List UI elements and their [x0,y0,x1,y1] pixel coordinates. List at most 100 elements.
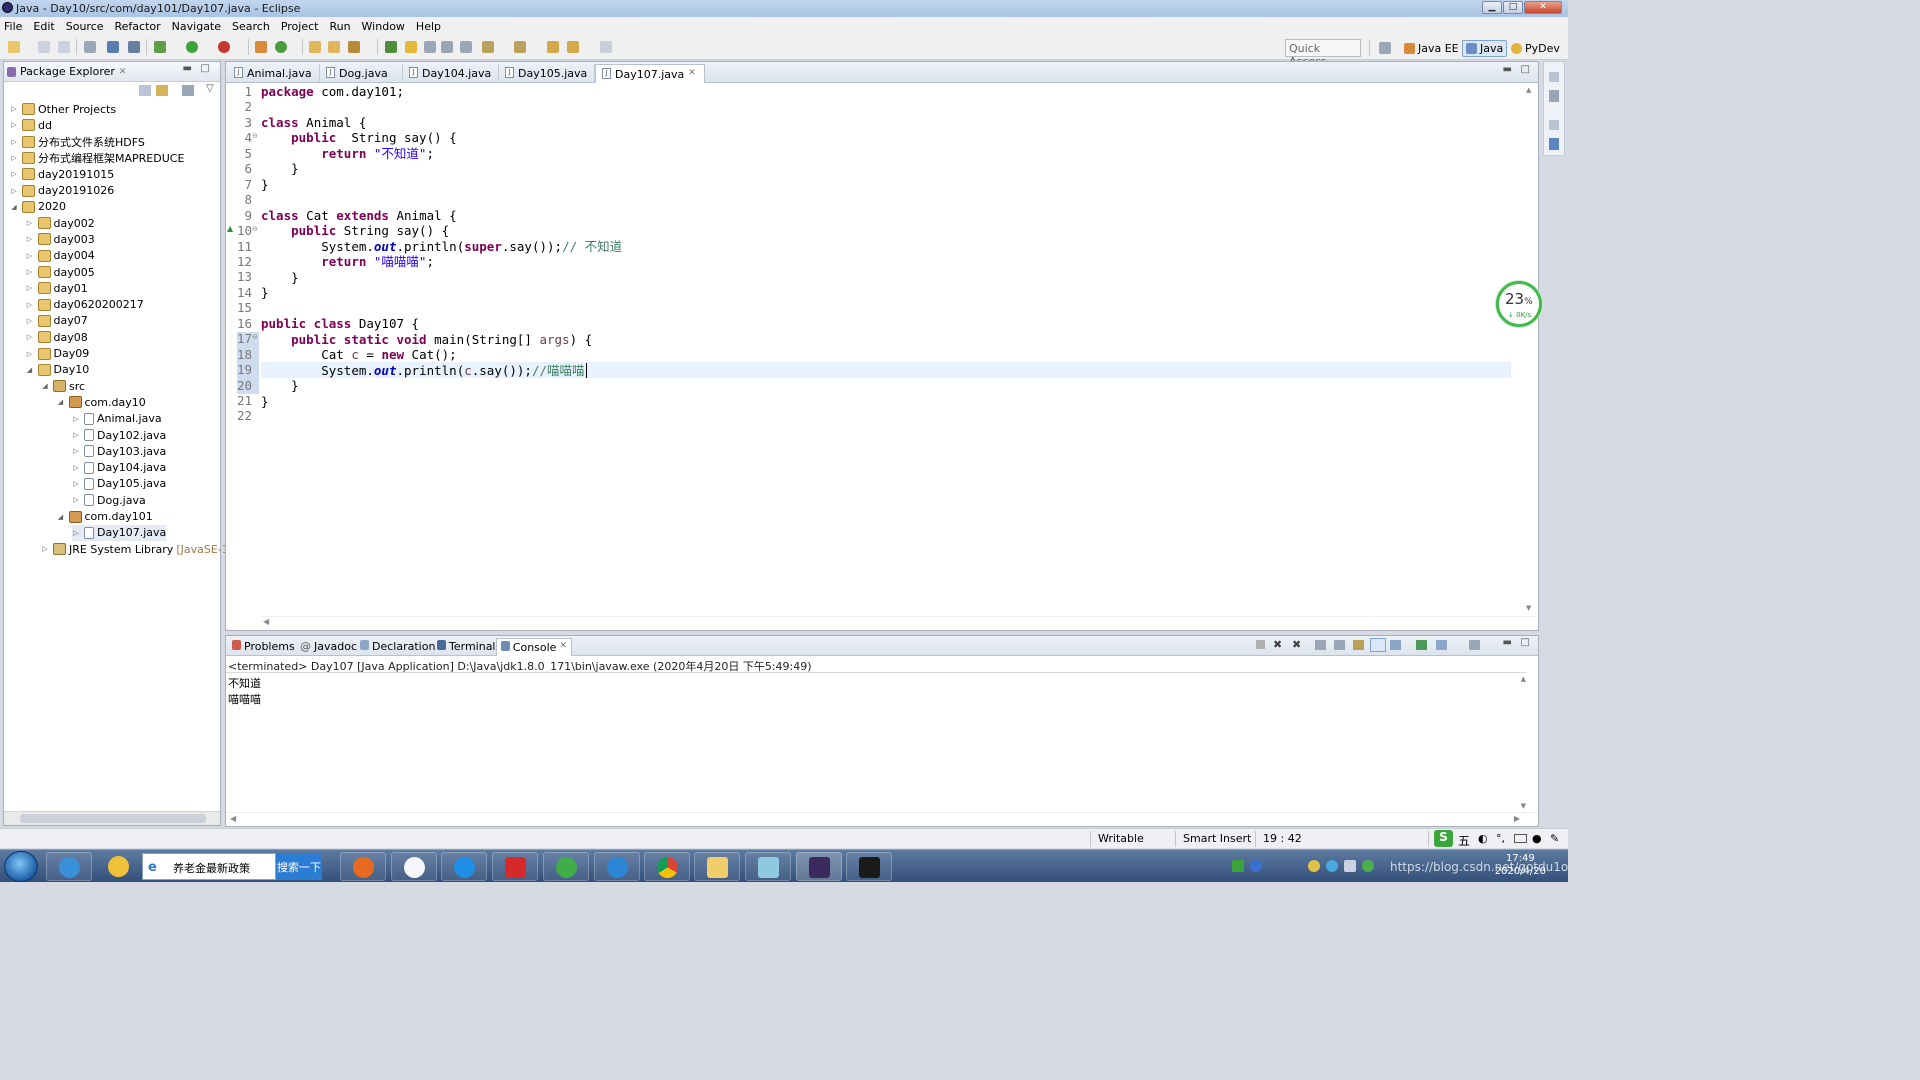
menu-source[interactable]: Source [66,20,104,33]
user-icon[interactable]: ● [1532,832,1542,845]
external-tools-icon[interactable] [218,41,230,53]
console-output-area[interactable]: 不知道 喵喵喵 ▲ ▼ [226,672,1526,812]
show-whitespace-icon[interactable] [441,41,453,53]
last-edit-location-icon[interactable] [547,41,559,53]
expand-arrow-icon[interactable]: ▷ [26,333,34,341]
outline-icon[interactable] [1549,138,1559,150]
expand-arrow-icon[interactable]: ▷ [26,252,34,260]
tab-console[interactable]: Console ✕ [496,638,572,656]
open-type-icon[interactable] [309,41,321,53]
expand-arrow-icon[interactable]: ▷ [72,447,80,455]
half-width-icon[interactable]: ◐ [1478,832,1488,845]
sogou-tray-icon[interactable] [1232,860,1244,872]
minimize-editor-icon[interactable]: ▬ [1503,64,1512,75]
pin-console-icon[interactable] [1416,640,1427,650]
tree-item[interactable]: ▷ Day103.java [72,443,166,459]
display-selected-console-icon[interactable] [1436,640,1447,650]
quick-access-field[interactable]: Quick Access [1285,39,1361,68]
maximize-button[interactable]: □ [1503,1,1523,14]
code-area[interactable]: package com.day101; class Animal { publi… [261,84,1511,614]
toggle-highlight-icon[interactable] [405,41,417,53]
taskbar-baidu-netdisk[interactable] [391,852,437,881]
menu-navigate[interactable]: Navigate [172,20,221,33]
start-button[interactable] [4,851,38,882]
maximize-view-icon[interactable]: □ [1521,637,1530,648]
taskbar-cloud[interactable] [441,852,487,881]
collapse-arrow-icon[interactable]: ◢ [57,513,65,521]
tab-dog-java[interactable]: J Dog.java [320,64,403,83]
print-icon[interactable] [84,41,96,53]
open-task-icon[interactable] [328,41,340,53]
expand-arrow-icon[interactable]: ▷ [72,529,80,537]
skip-breakpoints-icon[interactable] [128,41,140,53]
tree-item[interactable]: ▷ day002 [26,215,95,231]
close-view-icon[interactable]: ✕ [119,67,127,77]
taskbar-notepad[interactable] [745,852,791,881]
tree-item[interactable]: ▷ 分布式文件系统HDFS [10,134,145,150]
tree-item[interactable]: ▷ Day107.java [72,524,167,541]
tree-item[interactable]: ▷ Day09 [26,346,89,362]
open-perspective-icon[interactable] [1379,42,1391,54]
tab-day105-java[interactable]: J Day105.java [499,64,595,83]
tree-item[interactable]: ▷ day0620200217 [26,297,144,313]
save-icon[interactable] [38,41,50,53]
menu-file[interactable]: File [4,20,22,33]
system-clock[interactable]: 17:49 2020/4/20 [1495,852,1546,878]
expand-arrow-icon[interactable]: ▷ [41,545,49,553]
expand-arrow-icon[interactable]: ▷ [10,105,18,113]
taskbar-youdao[interactable] [492,852,538,881]
debug-icon[interactable] [154,41,166,53]
tree-item[interactable]: ▷ day003 [26,231,95,247]
tree-item[interactable]: ▷ day01 [26,280,88,296]
fold-icon[interactable]: ⊖ [252,132,258,140]
close-tab-icon[interactable]: ✕ [688,68,696,83]
menu-edit[interactable]: Edit [33,20,54,33]
close-button[interactable]: ✕ [1524,1,1562,14]
taskbar-chrome[interactable] [644,852,690,881]
scroll-left-icon[interactable]: ◀ [263,617,269,626]
fold-icon[interactable]: ⊖ [252,225,258,233]
open-console-icon[interactable] [1469,640,1480,650]
horizontal-scrollbar[interactable] [4,811,220,825]
network-tray-icon[interactable] [1344,860,1356,872]
tree-item[interactable]: ▷ dd [10,117,52,133]
tree-item[interactable]: ▷ Other Projects [10,101,116,117]
taskbar-search-input[interactable]: 养老金最新政策 [142,853,276,880]
soft-keyboard-icon[interactable] [1514,834,1527,843]
expand-arrow-icon[interactable]: ▷ [72,464,80,472]
remove-all-terminated-icon[interactable]: ✖ [1292,638,1301,651]
restore-icon[interactable] [1549,120,1559,130]
network-speed-widget[interactable]: 23% ↓ 0K/s [1496,281,1542,327]
forward-icon[interactable] [600,41,612,53]
tree-item[interactable]: ▷ day004 [26,248,95,264]
scroll-up-icon[interactable]: ▲ [1521,675,1526,683]
fold-icon[interactable]: ⊖ [252,333,258,341]
taskbar-search-button[interactable]: 搜索一下 [276,853,322,880]
toggle-block-selection-icon[interactable] [424,41,436,53]
package-explorer-tab[interactable]: Package Explorer ✕ [7,65,126,78]
task-list-icon[interactable] [1549,90,1559,102]
menu-window[interactable]: Window [362,20,405,33]
view-menu-icon[interactable]: ▽ [206,83,214,94]
menu-help[interactable]: Help [416,20,441,33]
update-tray-icon[interactable] [1326,860,1338,872]
menu-run[interactable]: Run [329,20,350,33]
expand-arrow-icon[interactable]: ▷ [26,301,34,309]
scroll-down-icon[interactable]: ▼ [1521,802,1526,810]
tree-item[interactable]: ▷ JRE System Library [JavaSE-1.8] [41,541,243,557]
taskbar-360-browser[interactable] [543,852,589,881]
run-icon[interactable] [186,41,198,53]
expand-arrow-icon[interactable]: ▷ [72,415,80,423]
tree-item[interactable]: ▷ Day102.java [72,427,166,443]
tree-item[interactable]: ◢ 2020 [10,199,66,215]
taskbar-cmd[interactable] [846,852,892,881]
expand-arrow-icon[interactable]: ▷ [10,154,18,162]
security-tray-icon[interactable] [1308,860,1320,872]
taskbar-ie[interactable] [46,852,92,881]
tree-item[interactable]: ▷ Animal.java [72,411,161,427]
link-with-editor-icon[interactable] [156,85,168,96]
maximize-view-icon[interactable]: □ [201,63,210,74]
scroll-lock-icon[interactable] [1334,640,1345,650]
back-icon[interactable] [567,41,579,53]
expand-arrow-icon[interactable]: ▷ [26,268,34,276]
